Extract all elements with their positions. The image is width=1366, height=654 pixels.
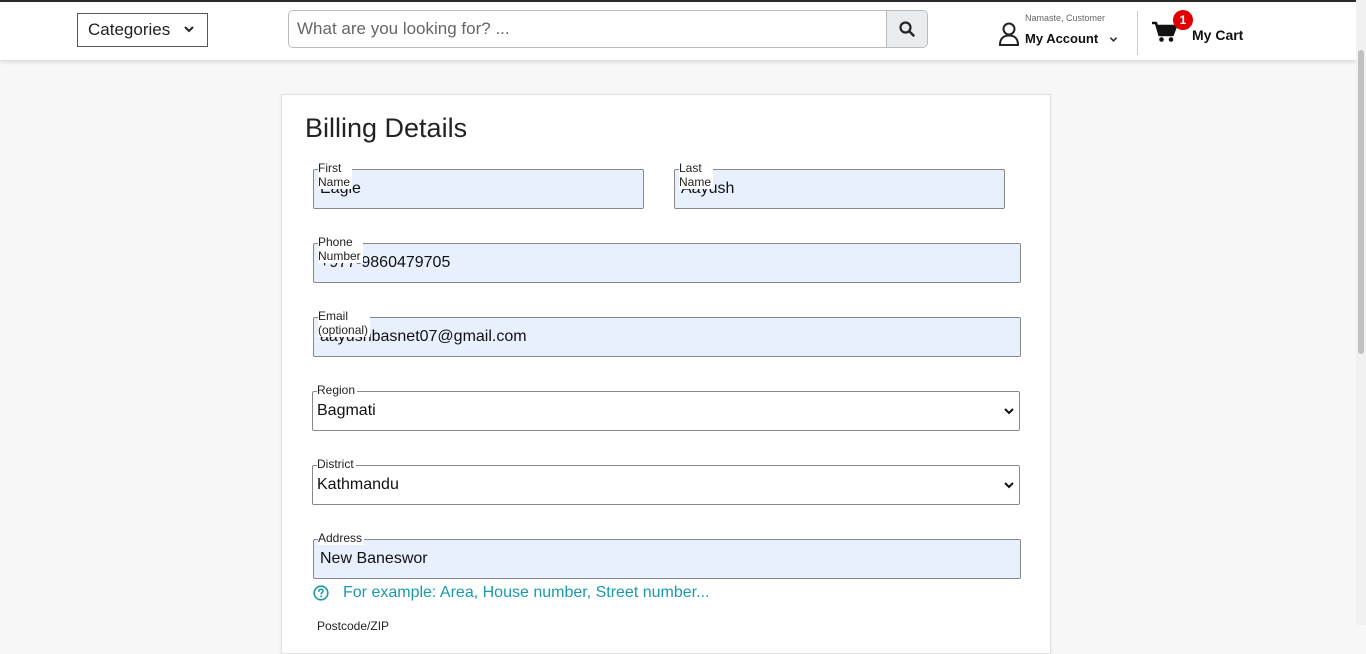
address-input[interactable]: New Baneswor — [313, 539, 1021, 579]
phone-input[interactable]: +977-9860479705 — [313, 243, 1021, 283]
site-header: Categories Namaste, Customer My Account … — [0, 2, 1356, 60]
categories-dropdown[interactable]: Categories — [77, 13, 208, 47]
last-name-input[interactable]: Aayush — [674, 169, 1005, 209]
account-greeting: Namaste, Customer — [1025, 13, 1106, 23]
phone-label: Phone Number — [318, 235, 363, 263]
categories-label: Categories — [88, 20, 171, 39]
first-name-label: First Name — [318, 161, 352, 189]
address-hint-text: For example: Area, House number, Street … — [343, 584, 710, 601]
header-divider — [1137, 11, 1138, 55]
region-label: Region — [317, 383, 358, 397]
last-name-label: Last Name — [679, 161, 714, 189]
district-value: Kathmandu — [317, 476, 399, 493]
user-icon — [998, 22, 1020, 46]
district-label: District — [317, 457, 356, 471]
account-label: My Account — [1025, 31, 1099, 46]
first-name-input[interactable]: Eagle — [313, 169, 644, 209]
search-button[interactable] — [886, 11, 927, 47]
chevron-down-icon — [1004, 408, 1014, 415]
search-icon — [899, 21, 915, 37]
billing-details-card: Billing Details First Name Eagle Last Na… — [281, 94, 1051, 654]
chevron-down-icon — [1004, 482, 1014, 489]
cart-button[interactable]: 1 My Cart — [1152, 10, 1262, 50]
region-select[interactable]: Bagmati — [312, 391, 1020, 431]
search-bar — [288, 10, 928, 48]
cart-count-badge: 1 — [1173, 10, 1193, 30]
account-menu[interactable]: Namaste, Customer My Account — [998, 12, 1128, 52]
search-input[interactable] — [289, 11, 886, 47]
page-title: Billing Details — [305, 113, 468, 143]
email-input[interactable]: aayushbasnet07@gmail.com — [313, 317, 1021, 357]
email-label: Email (optional) — [318, 309, 371, 337]
address-hint: For example: Area, House number, Street … — [313, 584, 709, 602]
address-label: Address — [318, 531, 365, 545]
question-circle-icon — [313, 585, 329, 601]
scrollbar-thumb[interactable] — [1358, 50, 1364, 354]
district-select[interactable]: Kathmandu — [312, 465, 1020, 505]
postcode-label: Postcode/ZIP — [317, 619, 390, 633]
chevron-down-icon — [184, 26, 194, 33]
page-scrollbar[interactable] — [1356, 0, 1366, 625]
cart-label: My Cart — [1192, 27, 1244, 43]
chevron-down-icon — [1109, 37, 1118, 42]
region-value: Bagmati — [317, 402, 376, 419]
